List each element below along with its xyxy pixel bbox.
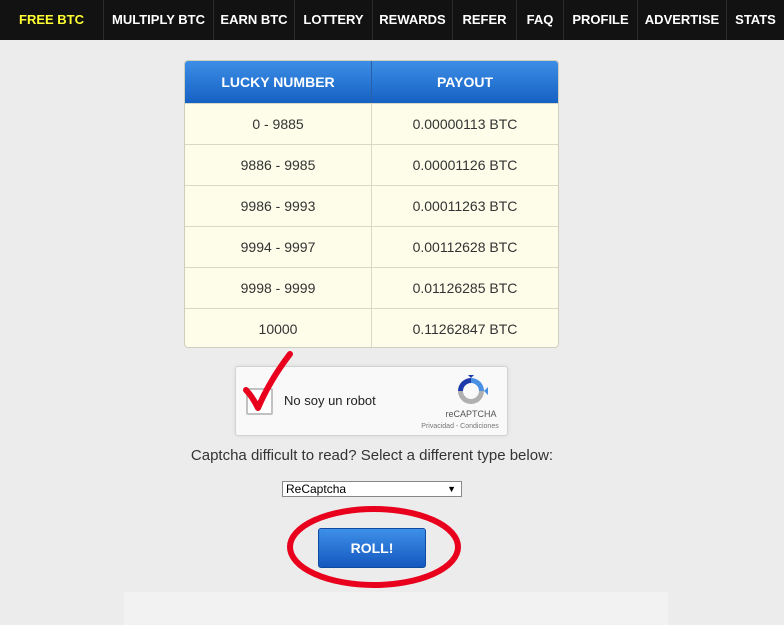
table-row: 9994 - 9997 0.00112628 BTC [185, 226, 558, 267]
captcha-type-select[interactable]: ReCaptcha ▼ [282, 481, 462, 497]
header-lucky-number: LUCKY NUMBER [185, 61, 372, 103]
nav-item-lottery[interactable]: LOTTERY [295, 0, 373, 40]
cell-payout: 0.00011263 BTC [412, 198, 518, 214]
nav-item-faq[interactable]: FAQ [517, 0, 564, 40]
table-row: 0 - 9885 0.00000113 BTC [185, 103, 558, 144]
roll-button[interactable]: ROLL! [318, 528, 426, 568]
cell-payout: 0.00000113 BTC [412, 116, 518, 132]
cell-payout: 0.11262847 BTC [412, 321, 518, 337]
cell-range: 9994 - 9997 [185, 227, 372, 267]
table-header-row: LUCKY NUMBER PAYOUT [185, 61, 558, 103]
header-payout: PAYOUT [436, 74, 493, 90]
nav-item-multiply-btc[interactable]: MULTIPLY BTC [104, 0, 214, 40]
table-row: 9998 - 9999 0.01126285 BTC [185, 267, 558, 308]
cell-payout: 0.00112628 BTC [412, 239, 518, 255]
cell-range: 10000 [185, 309, 372, 347]
table-row: 9986 - 9993 0.00011263 BTC [185, 185, 558, 226]
nav-item-stats[interactable]: STATS [727, 0, 784, 40]
nav-item-refer[interactable]: REFER [453, 0, 517, 40]
nav-item-advertise[interactable]: ADVERTISE [638, 0, 727, 40]
cell-payout: 0.01126285 BTC [412, 280, 518, 296]
bottom-panel [124, 592, 668, 625]
cell-payout: 0.00001126 BTC [412, 157, 518, 173]
top-nav: FREE BTC MULTIPLY BTC EARN BTC LOTTERY R… [0, 0, 784, 40]
captcha-help-text: Captcha difficult to read? Select a diff… [190, 447, 554, 464]
nav-item-profile[interactable]: PROFILE [564, 0, 638, 40]
recaptcha-label: No soy un robot [284, 393, 376, 408]
nav-item-free-btc[interactable]: FREE BTC [0, 0, 104, 40]
triangle-down-icon: ▼ [447, 484, 456, 494]
payout-table: LUCKY NUMBER PAYOUT 0 - 9885 0.00000113 … [184, 60, 559, 348]
recaptcha-brand: reCAPTCHA [445, 409, 497, 419]
captcha-type-value: ReCaptcha [286, 482, 347, 496]
recaptcha-logo-icon [458, 375, 488, 404]
recaptcha-links[interactable]: Privacidad - Condiciones [414, 423, 506, 430]
table-row: 9886 - 9985 0.00001126 BTC [185, 144, 558, 185]
cell-range: 9886 - 9985 [185, 145, 372, 185]
cell-range: 0 - 9885 [185, 104, 372, 144]
table-row: 10000 0.11262847 BTC [185, 308, 558, 347]
red-checkmark-icon [243, 351, 293, 411]
cell-range: 9998 - 9999 [185, 268, 372, 308]
nav-item-rewards[interactable]: REWARDS [373, 0, 453, 40]
nav-item-earn-btc[interactable]: EARN BTC [214, 0, 295, 40]
cell-range: 9986 - 9993 [185, 186, 372, 226]
